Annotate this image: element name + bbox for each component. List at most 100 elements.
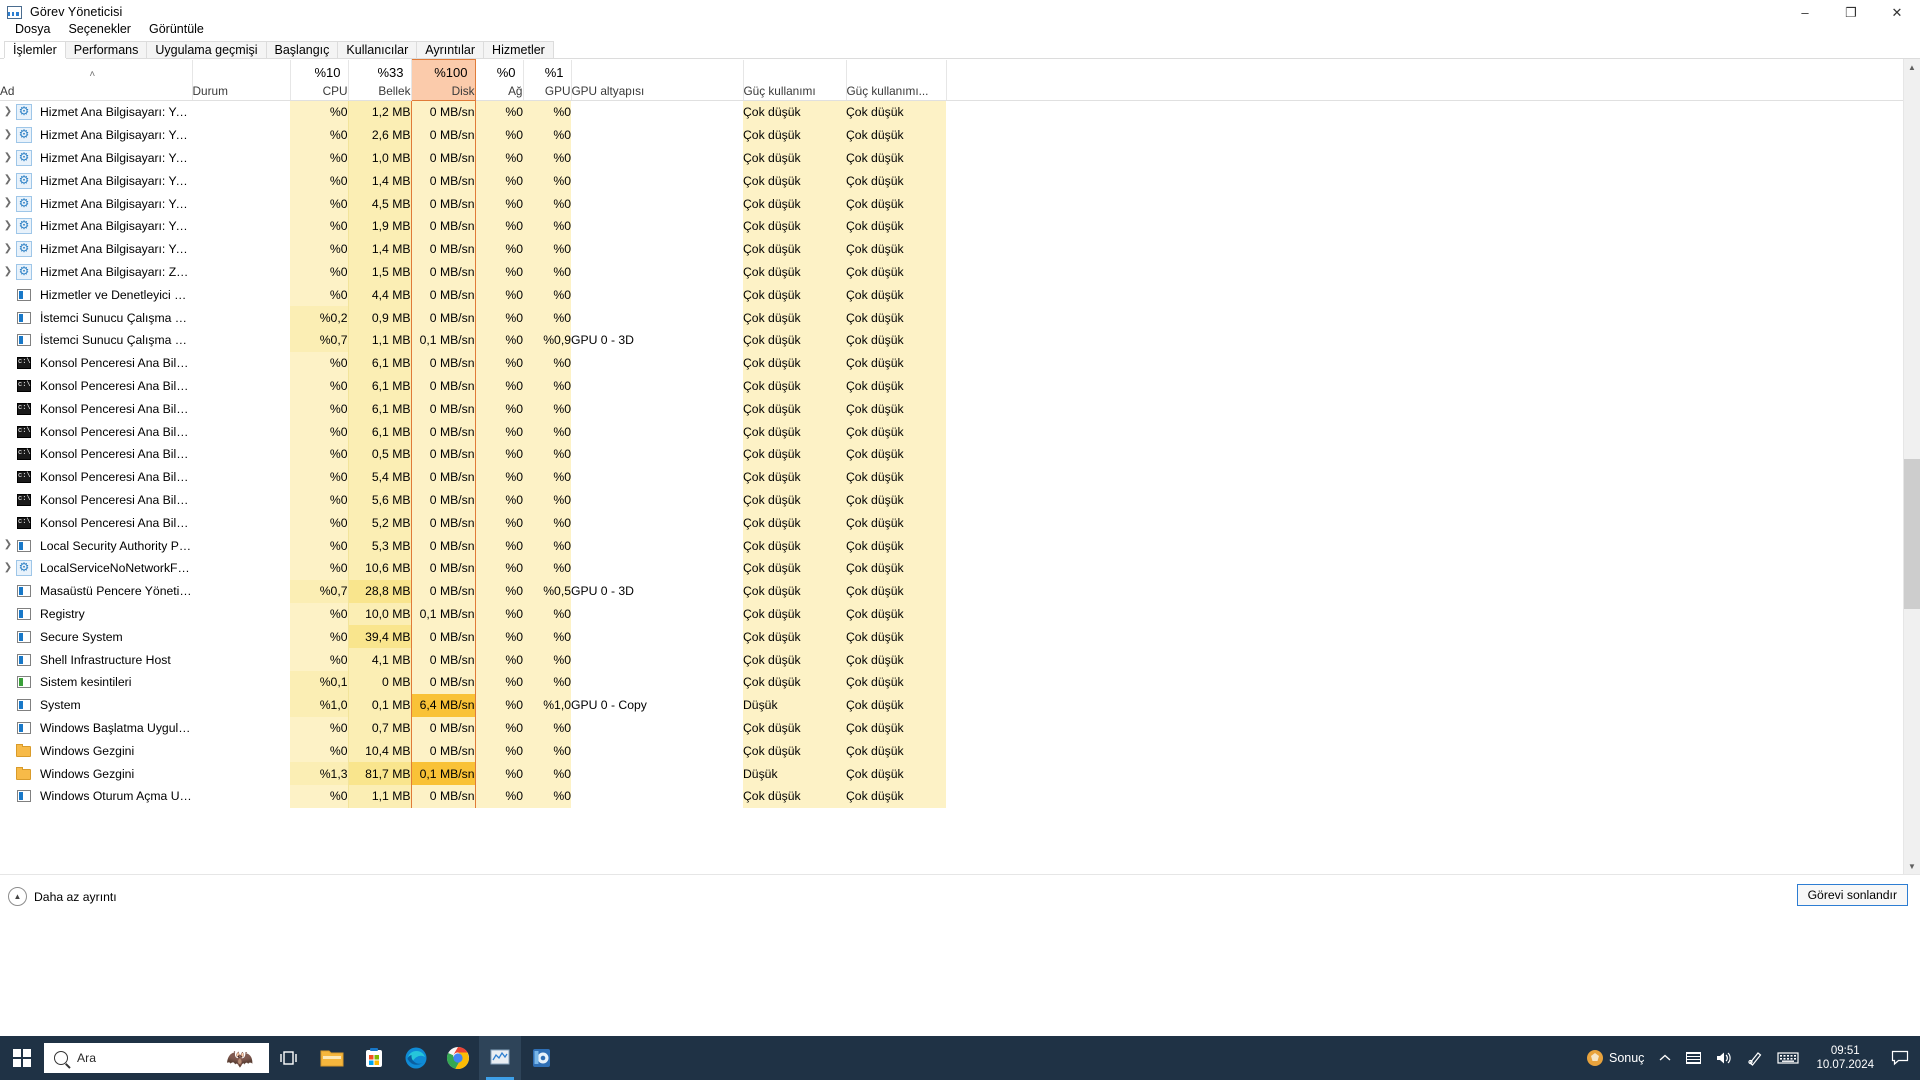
- table-row[interactable]: ❯Konsol Penceresi Ana Bilgisayarı%06,1 M…: [0, 420, 1920, 443]
- expand-chevron-icon[interactable]: ❯: [0, 534, 16, 557]
- table-row[interactable]: ❯Windows Oturum Açma Uygula...%01,1 MB0 …: [0, 784, 1920, 808]
- header-sort-indicator[interactable]: ˄: [0, 59, 193, 81]
- clock[interactable]: 09:51 10.07.2024: [1806, 1036, 1884, 1080]
- cell-process-name[interactable]: ❯ Local Security Authority Process...: [0, 534, 192, 557]
- cell-process-name[interactable]: ❯İstemci Sunucu Çalışma Zamanı...: [0, 328, 192, 352]
- table-row[interactable]: ❯Local Security Authority Process...%05,…: [0, 534, 1920, 557]
- menu-item-secenekler[interactable]: Seçenekler: [59, 21, 140, 37]
- task-view-icon[interactable]: [269, 1036, 311, 1080]
- cell-process-name[interactable]: ❯Windows Başlatma Uygulaması: [0, 716, 192, 740]
- expand-chevron-icon[interactable]: ❯: [0, 147, 16, 170]
- cell-process-name[interactable]: ❯Sistem kesintileri: [0, 670, 192, 694]
- task-manager-taskbar-icon[interactable]: [479, 1036, 521, 1080]
- cell-process-name[interactable]: ❯Masaüstü Pencere Yöneticisi: [0, 579, 192, 603]
- cell-process-name[interactable]: ❯Konsol Penceresi Ana Bilgisayarı: [0, 488, 192, 512]
- column-header-memory[interactable]: Bellek: [348, 81, 412, 101]
- menu-item-dosya[interactable]: Dosya: [6, 21, 59, 37]
- header-pct-network[interactable]: %0: [475, 59, 524, 81]
- start-button[interactable]: [0, 1036, 44, 1080]
- cell-process-name[interactable]: ❯ Hizmet Ana Bilgisayarı: Yerel Sis...: [0, 214, 192, 238]
- cell-process-name[interactable]: ❯Konsol Penceresi Ana Bilgisayarı: [0, 511, 192, 535]
- cell-process-name[interactable]: ❯Konsol Penceresi Ana Bilgisayarı: [0, 351, 192, 375]
- table-row[interactable]: ❯Hizmet Ana Bilgisayarı: Yerel Sis...%04…: [0, 192, 1920, 215]
- table-row[interactable]: ❯Hizmet Ana Bilgisayarı: Yerel Hiz...%01…: [0, 146, 1920, 170]
- tray-app-sonuc[interactable]: Sonuç: [1579, 1036, 1651, 1080]
- cell-process-name[interactable]: ❯Registry: [0, 602, 192, 626]
- table-row[interactable]: ❯Hizmet Ana Bilgisayarı: Yerel Ot...%01,…: [0, 169, 1920, 193]
- pen-button[interactable]: [1740, 1036, 1770, 1080]
- column-header-name[interactable]: Ad: [0, 81, 193, 101]
- column-header-power-usage-trend[interactable]: Güç kullanımı...: [846, 81, 947, 101]
- table-row[interactable]: ❯Windows Gezgini%1,381,7 MB0,1 MB/sn%0%0…: [0, 762, 1920, 785]
- table-row[interactable]: ❯System%1,00,1 MB6,4 MB/sn%0%1,0GPU 0 - …: [0, 693, 1920, 717]
- header-pct-memory[interactable]: %33: [348, 59, 412, 81]
- cell-process-name[interactable]: ❯Secure System: [0, 625, 192, 649]
- google-chrome-icon[interactable]: [437, 1036, 479, 1080]
- scrollbar-thumb[interactable]: [1904, 459, 1920, 609]
- file-explorer-icon[interactable]: [311, 1036, 353, 1080]
- scroll-down-arrow-icon[interactable]: ▼: [1904, 858, 1920, 875]
- table-row[interactable]: ❯Konsol Penceresi Ana Bilgisayarı%06,1 M…: [0, 374, 1920, 398]
- table-row[interactable]: ❯Hizmet Ana Bilgisayarı: Zaman ...%01,5 …: [0, 260, 1920, 284]
- table-row[interactable]: ❯Masaüstü Pencere Yöneticisi %0,728,8 MB0…: [0, 579, 1920, 603]
- expand-chevron-icon[interactable]: ❯: [0, 101, 16, 124]
- table-row[interactable]: ❯Hizmet Ana Bilgisayarı: Yetenek ...%01,…: [0, 237, 1920, 261]
- table-row[interactable]: ❯İstemci Sunucu Çalışma Zamanı... %0,20,9…: [0, 306, 1920, 329]
- cell-process-name[interactable]: ❯ Hizmet Ana Bilgisayarı: Yerel Hiz...: [0, 146, 192, 170]
- tab-islemler[interactable]: İşlemler: [4, 41, 66, 58]
- touch-keyboard-button[interactable]: [1770, 1036, 1806, 1080]
- column-header-gpu[interactable]: GPU: [523, 81, 572, 101]
- scroll-up-arrow-icon[interactable]: ▲: [1904, 59, 1920, 76]
- table-row[interactable]: ❯Hizmetler ve Denetleyici uygula...%04,4…: [0, 283, 1920, 307]
- expand-chevron-icon[interactable]: ❯: [0, 169, 16, 192]
- column-header-disk[interactable]: Disk: [410, 81, 476, 101]
- header-pct-gpu[interactable]: %1: [523, 59, 572, 81]
- column-header-power-usage[interactable]: Güç kullanımı: [743, 81, 847, 101]
- table-row[interactable]: ❯Konsol Penceresi Ana Bilgisayarı%05,4 M…: [0, 465, 1920, 489]
- table-row[interactable]: ❯Konsol Penceresi Ana Bilgisayarı%06,1 M…: [0, 397, 1920, 421]
- cell-process-name[interactable]: ❯Konsol Penceresi Ana Bilgisayarı: [0, 397, 192, 421]
- menu-item-goruntule[interactable]: Görüntüle: [140, 21, 213, 37]
- tab-baslangic[interactable]: Başlangıç: [265, 41, 339, 58]
- cell-process-name[interactable]: ❯ Hizmet Ana Bilgisayarı: Yerel Sis...: [0, 192, 192, 215]
- cell-process-name[interactable]: ❯Konsol Penceresi Ana Bilgisayarı: [0, 420, 192, 443]
- cell-process-name[interactable]: ❯Hizmetler ve Denetleyici uygula...: [0, 283, 192, 307]
- table-row[interactable]: ❯Hizmet Ana Bilgisayarı: Yerel Sis...%01…: [0, 214, 1920, 238]
- expand-chevron-icon[interactable]: ❯: [0, 238, 16, 261]
- vertical-scrollbar[interactable]: ▲ ▼: [1903, 59, 1920, 875]
- table-row[interactable]: ❯Konsol Penceresi Ana Bilgisayarı%00,5 M…: [0, 442, 1920, 466]
- table-row[interactable]: ❯Konsol Penceresi Ana Bilgisayarı%05,2 M…: [0, 511, 1920, 535]
- table-row[interactable]: ❯Registry%010,0 MB0,1 MB/sn%0%0Çok düşük…: [0, 602, 1920, 626]
- expand-chevron-icon[interactable]: ❯: [0, 215, 16, 238]
- cell-process-name[interactable]: ❯ Hizmet Ana Bilgisayarı: Yetenek ...: [0, 237, 192, 261]
- show-hidden-icons-button[interactable]: [1651, 1036, 1679, 1080]
- cell-process-name[interactable]: ❯Windows Gezgini: [0, 762, 192, 785]
- less-detail-button[interactable]: ▲ Daha az ayrıntı: [8, 887, 117, 906]
- keyboard-layout-button[interactable]: [1679, 1036, 1708, 1080]
- cell-process-name[interactable]: ❯Konsol Penceresi Ana Bilgisayarı: [0, 465, 192, 489]
- cell-process-name[interactable]: ❯İstemci Sunucu Çalışma Zamanı...: [0, 306, 192, 329]
- table-row[interactable]: ❯Sistem kesintileri%0,10 MB0 MB/sn%0%0Ço…: [0, 670, 1920, 694]
- cell-process-name[interactable]: ❯System: [0, 693, 192, 717]
- cell-process-name[interactable]: ❯Windows Oturum Açma Uygula...: [0, 784, 192, 808]
- column-header-cpu[interactable]: CPU: [290, 81, 349, 101]
- table-row[interactable]: ❯LocalServiceNoNetworkFirewall ...%010,6…: [0, 556, 1920, 580]
- table-row[interactable]: ❯Windows Başlatma Uygulaması%00,7 MB0 MB…: [0, 716, 1920, 740]
- microsoft-edge-icon[interactable]: [395, 1036, 437, 1080]
- end-task-button[interactable]: Görevi sonlandır: [1796, 884, 1908, 906]
- table-row[interactable]: ❯Hizmet Ana Bilgisayarı: Yerel Hiz...%01…: [0, 100, 1920, 124]
- volume-button[interactable]: [1708, 1036, 1740, 1080]
- table-row[interactable]: ❯Konsol Penceresi Ana Bilgisayarı%05,6 M…: [0, 488, 1920, 512]
- cell-process-name[interactable]: ❯Shell Infrastructure Host: [0, 648, 192, 671]
- cell-process-name[interactable]: ❯Windows Gezgini: [0, 739, 192, 763]
- table-row[interactable]: ❯İstemci Sunucu Çalışma Zamanı... %0,71,1…: [0, 328, 1920, 352]
- expand-chevron-icon[interactable]: ❯: [0, 192, 16, 215]
- table-row[interactable]: ❯Shell Infrastructure Host%04,1 MB0 MB/s…: [0, 648, 1920, 671]
- expand-chevron-icon[interactable]: ❯: [0, 124, 16, 147]
- table-row[interactable]: ❯Konsol Penceresi Ana Bilgisayarı%06,1 M…: [0, 351, 1920, 375]
- table-row[interactable]: ❯Windows Gezgini%010,4 MB0 MB/sn%0%0Çok …: [0, 739, 1920, 763]
- column-header-status[interactable]: Durum: [192, 81, 291, 101]
- column-header-gpu-engine[interactable]: GPU altyapısı: [571, 81, 744, 101]
- cell-process-name[interactable]: ❯Konsol Penceresi Ana Bilgisayarı: [0, 442, 192, 466]
- settings-app-icon[interactable]: [521, 1036, 563, 1080]
